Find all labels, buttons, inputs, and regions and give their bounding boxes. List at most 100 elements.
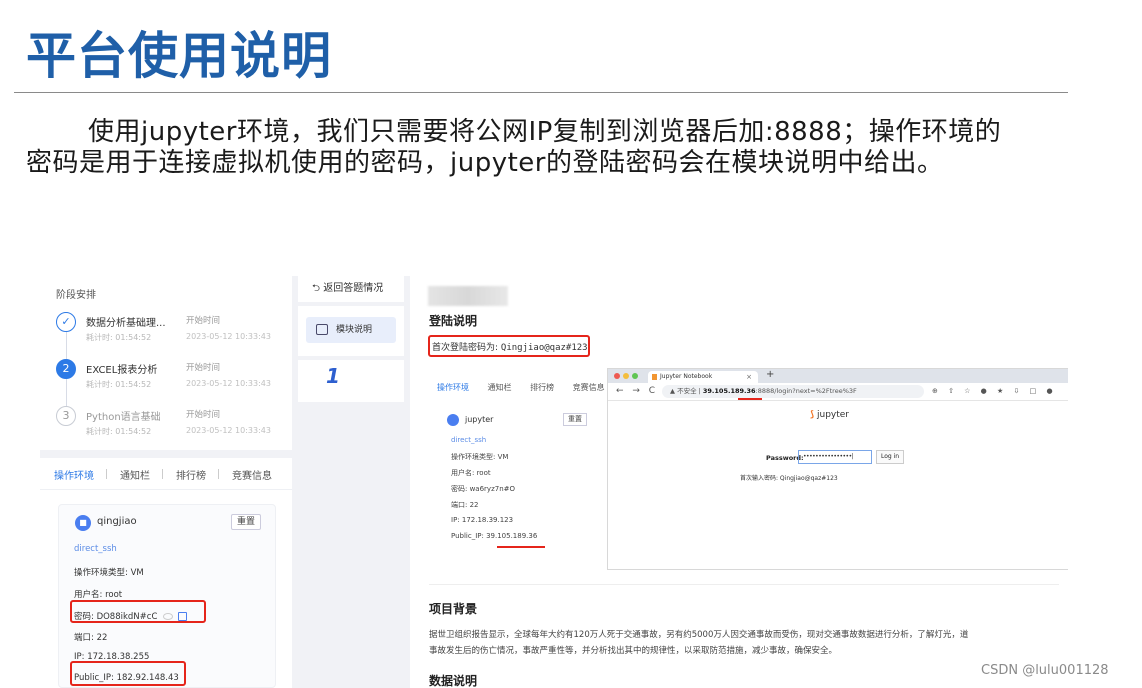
new-tab-icon[interactable]: +: [766, 369, 774, 380]
stage-item[interactable]: 2 EXCEL报表分析 耗计时: 01:54:52 开始时间 2023-05-1…: [56, 359, 292, 399]
browser-tab-bar: Jupyter Notebook × +: [608, 369, 1068, 383]
tab-separator: [218, 469, 219, 479]
stage-start-date: 2023-05-12 10:33:43: [186, 332, 271, 341]
background-line: 事故发生后的伤亡情况，事故严重性等，并分析找出其中的规律性，以采取防范措施，减少…: [429, 646, 838, 656]
stage-schedule-title: 阶段安排: [56, 290, 96, 301]
module-desc-item[interactable]: 模块说明: [306, 317, 396, 343]
module-number: 1: [326, 364, 340, 388]
jupyter-logo-icon: ⟆: [810, 410, 815, 420]
url-security: ▲ 不安全 |: [670, 387, 703, 395]
login-button[interactable]: Log in: [876, 450, 904, 464]
jupyter-logo: ⟆ jupyter: [810, 410, 849, 420]
browser-tab-title: Jupyter Notebook: [660, 373, 713, 380]
inner-public-ip-value: 39.105.189.36: [486, 532, 538, 540]
username-row: 用户名: root: [74, 590, 123, 600]
title-divider: [14, 92, 1068, 93]
inner-username: 用户名: root: [451, 469, 491, 477]
password-input[interactable]: ••••••••••••••••|: [798, 450, 872, 464]
check-icon: ✓: [56, 312, 76, 332]
login-section-title: 登陆说明: [429, 314, 478, 328]
stage-start-date: 2023-05-12 10:33:43: [186, 426, 271, 435]
intro-paragraph: 使用jupyter环境，我们只需要将公网IP复制到浏览器后加:8888；操作环境…: [26, 117, 1002, 178]
return-icon: ⮌: [312, 283, 324, 294]
tab-close-icon[interactable]: ×: [746, 371, 752, 383]
stage-elapsed: 耗计时: 01:54:52: [86, 427, 152, 436]
port-underline: [738, 398, 762, 400]
browser-tab[interactable]: Jupyter Notebook ×: [648, 371, 758, 383]
inner-env-type: 操作环境类型: VM: [451, 453, 509, 461]
slide-title: 平台使用说明: [26, 27, 332, 85]
module-panel: 模块说明: [298, 306, 404, 356]
public-ip-underline: [497, 546, 545, 548]
close-light-icon[interactable]: [614, 373, 620, 379]
maximize-light-icon[interactable]: [632, 373, 638, 379]
jupyter-logo-text: jupyter: [817, 410, 850, 420]
slide: 平台使用说明 使用jupyter环境，我们只需要将公网IP复制到浏览器后加:88…: [0, 0, 1142, 688]
stage-name: Python语言基础: [86, 412, 161, 423]
environment-card: 操作环境 通知栏 排行榜 竞赛信息 ■ qingjiao 重置 direct_s…: [40, 458, 292, 688]
back-label: 返回答题情况: [323, 283, 384, 294]
extension-icons[interactable]: ⊕ ⇧ ☆ ● ★ ⇩ □ ●: [932, 387, 1057, 395]
nav-buttons[interactable]: ← → C: [616, 386, 658, 396]
document-icon: [316, 324, 328, 335]
inner-tab-notifications[interactable]: 通知栏: [488, 382, 512, 393]
jupyter-favicon-icon: [652, 374, 657, 380]
module-desc-label: 模块说明: [336, 325, 373, 335]
stage-elapsed: 耗计时: 01:54:52: [86, 333, 152, 342]
stage-index: 3: [56, 406, 76, 426]
section-divider: [429, 584, 1059, 585]
reset-button[interactable]: 重置: [231, 514, 261, 530]
platform-screenshot: 阶段安排 ✓ 数据分析基础理... 耗计时: 01:54:52 开始时间 202…: [40, 276, 1068, 688]
env-tabs: 操作环境 通知栏 排行榜 竞赛信息: [40, 458, 292, 490]
data-description-title: 数据说明: [429, 674, 478, 688]
back-button[interactable]: ⮌ 返回答题情况: [298, 276, 404, 302]
inner-tab-contest-info[interactable]: 竞赛信息: [573, 382, 605, 393]
stage-item[interactable]: ✓ 数据分析基础理... 耗计时: 01:54:52 开始时间 2023-05-…: [56, 312, 292, 352]
port-row: 端口: 22: [74, 633, 108, 643]
vm-icon: ■: [75, 515, 91, 531]
stage-item[interactable]: 3 Python语言基础 耗计时: 01:54:52 开始时间 2023-05-…: [56, 406, 292, 446]
browser-window: Jupyter Notebook × + ← → C ▲ 不安全 | 39.10…: [607, 368, 1068, 570]
project-background-title: 项目背景: [429, 602, 478, 616]
inner-vm-box: jupyter 重置 direct_ssh 操作环境类型: VM 用户名: ro…: [437, 406, 597, 556]
minimize-light-icon[interactable]: [623, 373, 629, 379]
vm-name: qingjiao: [97, 516, 137, 527]
inner-tab-operation-env[interactable]: 操作环境: [437, 382, 469, 393]
inner-tab-leaderboard[interactable]: 排行榜: [530, 382, 554, 393]
tab-contest-info[interactable]: 竞赛信息: [232, 467, 272, 482]
url-host: 39.105.189.36: [702, 387, 756, 395]
inner-public-ip: Public_IP: 39.105.189.36: [451, 532, 537, 540]
first-pw-highlight: [428, 335, 590, 357]
password-highlight: [70, 600, 206, 623]
stage-elapsed: 耗计时: 01:54:52: [86, 380, 152, 389]
project-background-text: 据世卫组织报告显示，全球每年大约有120万人死于交通事故，另有约5000万人因交…: [429, 627, 1068, 659]
blurred-title: [428, 286, 508, 306]
inner-vm-name: jupyter: [465, 415, 494, 424]
inner-reset-button[interactable]: 重置: [563, 413, 587, 426]
inner-public-ip-label: Public_IP:: [451, 532, 487, 540]
tab-leaderboard[interactable]: 排行榜: [176, 467, 206, 482]
first-password-hint: 首次输入密码: Qingjiao@qaz#123: [740, 475, 838, 482]
browser-toolbar: ← → C ▲ 不安全 | 39.105.189.36:8888/login?n…: [608, 383, 1068, 401]
inner-port: 端口: 22: [451, 501, 479, 509]
stage-schedule-card: 阶段安排 ✓ 数据分析基础理... 耗计时: 01:54:52 开始时间 202…: [40, 276, 292, 450]
url-path: :8888/login?next=%2Ftree%3F: [755, 387, 857, 395]
inner-password: 密码: wa6ryz7n#O: [451, 485, 516, 493]
tab-operation-env[interactable]: 操作环境: [54, 467, 94, 482]
background-line: 据世卫组织报告显示，全球每年大约有120万人死于交通事故，另有约5000万人因交…: [429, 630, 969, 640]
ssh-link[interactable]: direct_ssh: [74, 544, 117, 554]
stage-start-label: 开始时间: [186, 410, 221, 420]
stage-start-label: 开始时间: [186, 363, 221, 373]
tab-notifications[interactable]: 通知栏: [120, 467, 150, 482]
tab-separator: [162, 469, 163, 479]
stage-start-label: 开始时间: [186, 316, 221, 326]
vm-icon: [447, 414, 459, 426]
stage-index: 2: [56, 359, 76, 379]
inner-ssh-link[interactable]: direct_ssh: [451, 436, 486, 444]
inner-tabs: 操作环境 通知栏 排行榜 竞赛信息: [437, 382, 621, 393]
stage-name: 数据分析基础理...: [86, 318, 166, 329]
address-bar[interactable]: ▲ 不安全 | 39.105.189.36:8888/login?next=%2…: [662, 385, 924, 398]
stage-start-date: 2023-05-12 10:33:43: [186, 379, 271, 388]
number-panel: 1: [298, 360, 404, 402]
public-ip-highlight: [70, 661, 186, 686]
